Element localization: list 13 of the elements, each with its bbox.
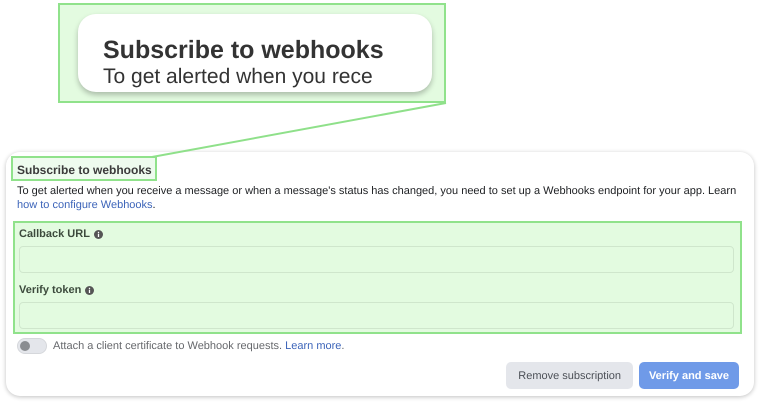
info-icon[interactable] xyxy=(94,230,103,238)
info-icon[interactable] xyxy=(85,286,94,294)
section-title: Subscribe to webhooks xyxy=(17,162,152,178)
toggle-switch[interactable] xyxy=(17,338,47,354)
field-label: Verify token xyxy=(19,284,82,296)
description-text: To get alerted when you receive a message or when a message's status has changed, you need to set up a Webhooks endpoint for your app. Learn how to configure Webhooks. xyxy=(17,184,738,212)
learn-more-link[interactable]: Learn more xyxy=(285,340,342,352)
callout-title: Subscribe to webhooks xyxy=(103,36,385,64)
field-label: Callback URL xyxy=(19,228,90,240)
configure-webhooks-link[interactable]: how to configure Webhooks xyxy=(17,199,153,211)
toggle-label: Attach a client certificate to Webhook requests. Learn more. xyxy=(53,340,344,352)
callout-text: To get alerted when you rece xyxy=(103,65,374,89)
remove-button[interactable]: Remove subscription xyxy=(506,362,633,389)
